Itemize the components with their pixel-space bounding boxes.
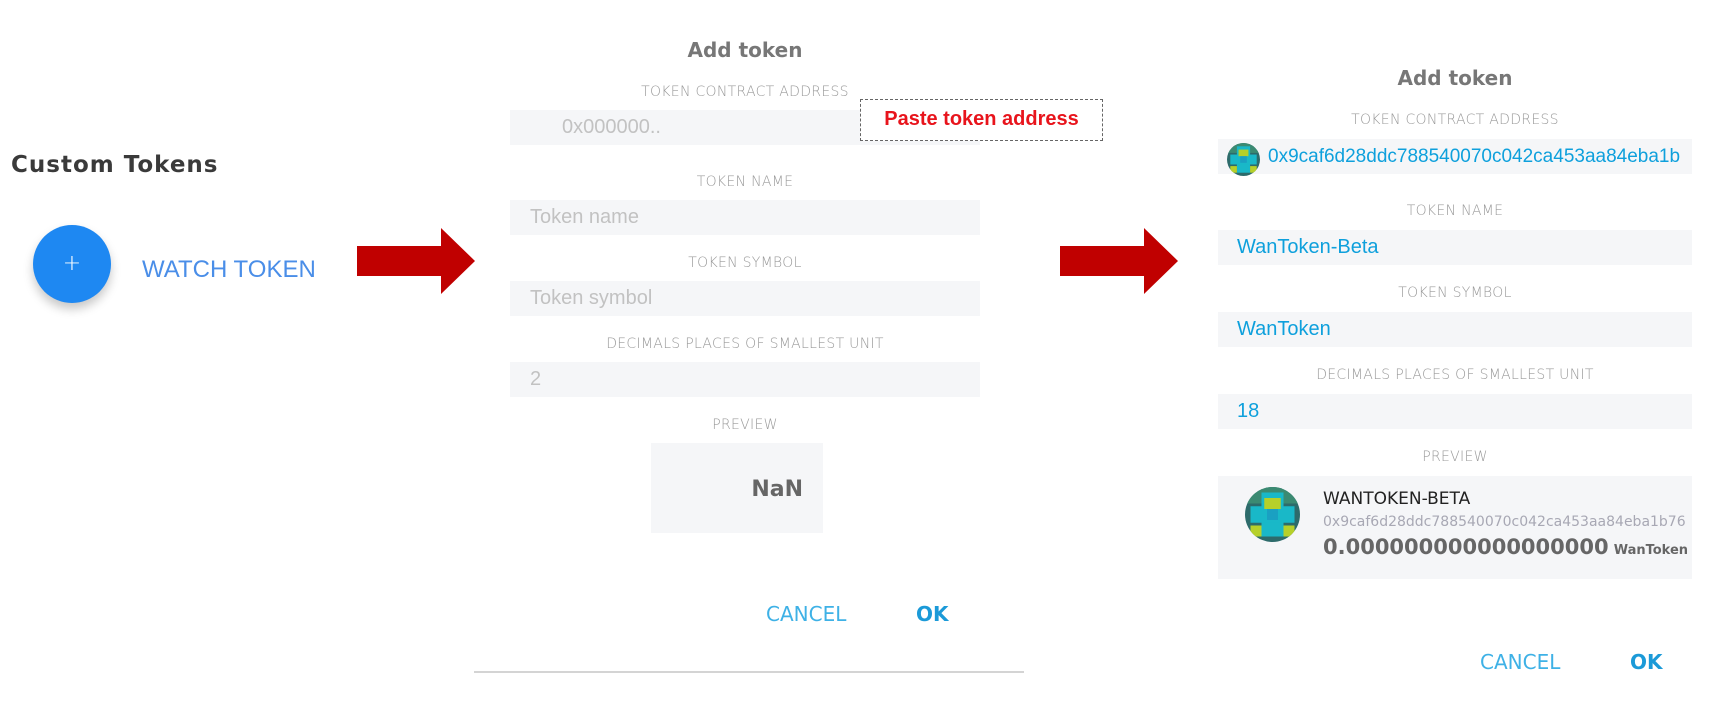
token-name-label: TOKEN NAME: [696, 174, 794, 190]
decimals-value: 18: [1237, 400, 1260, 422]
contract-address-label: TOKEN CONTRACT ADDRESS: [1351, 112, 1559, 128]
decimals-input[interactable]: 18: [1218, 394, 1692, 429]
token-name-placeholder: Token name: [530, 206, 639, 228]
token-symbol-label: TOKEN SYMBOL: [688, 255, 802, 271]
token-symbol-input[interactable]: WanToken: [1218, 312, 1692, 347]
preview-token-address: 0x9caf6d28ddc788540070c042ca453aa84eba1b…: [1323, 514, 1686, 530]
token-symbol-value: WanToken: [1237, 318, 1331, 340]
token-identicon-icon: [1245, 487, 1300, 542]
token-symbol-label: TOKEN SYMBOL: [1398, 285, 1512, 301]
contract-address-label: TOKEN CONTRACT ADDRESS: [641, 84, 849, 100]
decimals-input[interactable]: 2: [510, 362, 980, 397]
right-arrow-icon: [1060, 228, 1178, 294]
contract-address-placeholder: 0x000000..: [562, 116, 661, 138]
contract-address-input[interactable]: 0x9caf6d28ddc788540070c042ca453aa84eba1b: [1218, 139, 1692, 174]
cancel-button[interactable]: CANCEL: [1480, 650, 1560, 674]
paste-address-callout: Paste token address: [860, 99, 1103, 141]
contract-address-value: 0x9caf6d28ddc788540070c042ca453aa84eba1b: [1268, 146, 1681, 167]
preview-balance-row: 0.000000000000000000 WanToken: [1323, 535, 1688, 559]
token-name-label: TOKEN NAME: [1406, 203, 1504, 219]
decimals-label: DECIMALS PLACES OF SMALLEST UNIT: [606, 336, 884, 352]
token-identicon-icon: [1227, 143, 1260, 176]
token-name-input[interactable]: Token name: [510, 200, 980, 235]
preview-label: PREVIEW: [712, 417, 778, 433]
decimals-label: DECIMALS PLACES OF SMALLEST UNIT: [1316, 367, 1594, 383]
preview-token-name: WANTOKEN-BETA: [1323, 489, 1471, 509]
ok-button[interactable]: OK: [1630, 650, 1663, 674]
preview-card: WANTOKEN-BETA 0x9caf6d28ddc788540070c042…: [1218, 476, 1692, 579]
preview-balance: NaN: [751, 477, 803, 502]
preview-balance: 0.000000000000000000: [1323, 535, 1609, 559]
token-name-value: WanToken-Beta: [1237, 236, 1379, 258]
preview-label: PREVIEW: [1422, 449, 1488, 465]
dialog-bottom-divider: [474, 671, 1024, 673]
preview-box: NaN: [651, 443, 823, 533]
decimals-placeholder: 2: [530, 368, 542, 390]
ok-button[interactable]: OK: [916, 602, 949, 626]
add-token-button[interactable]: +: [33, 225, 111, 303]
token-symbol-input[interactable]: Token symbol: [510, 281, 980, 316]
right-arrow-icon: [357, 228, 475, 294]
cancel-button[interactable]: CANCEL: [766, 602, 846, 626]
custom-tokens-heading: Custom Tokens: [11, 152, 219, 178]
watch-token-link[interactable]: WATCH TOKEN: [142, 256, 316, 284]
plus-icon: +: [62, 251, 82, 276]
preview-unit: WanToken: [1613, 543, 1689, 558]
dialog-title: Add token: [687, 38, 803, 62]
token-name-input[interactable]: WanToken-Beta: [1218, 230, 1692, 265]
token-symbol-placeholder: Token symbol: [530, 287, 653, 309]
dialog-title: Add token: [1397, 66, 1513, 90]
